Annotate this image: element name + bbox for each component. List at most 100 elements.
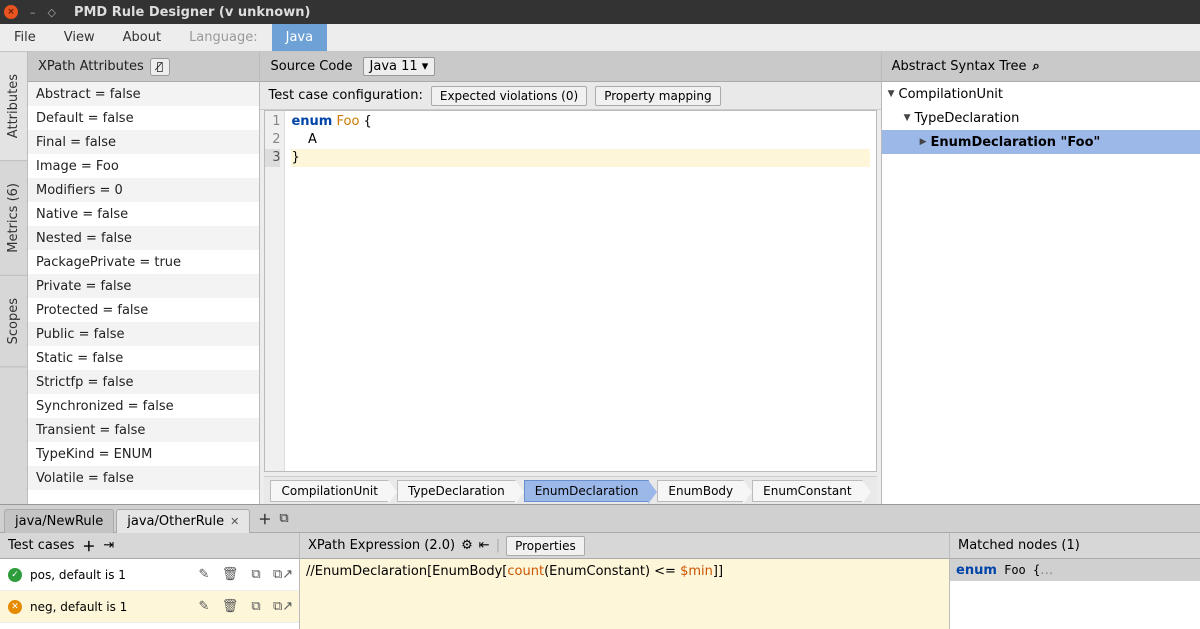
tab-label: java/NewRule xyxy=(15,514,103,529)
attribute-row[interactable]: Final = false xyxy=(28,130,259,154)
breadcrumb-item[interactable]: EnumConstant xyxy=(752,480,862,502)
open-external-icon[interactable]: ⧉↗ xyxy=(273,599,291,614)
import-icon[interactable]: ⇥ xyxy=(103,538,114,553)
caret-down-icon: ▼ xyxy=(904,113,911,123)
trash-icon[interactable]: 🗑 xyxy=(221,599,239,614)
trash-icon[interactable]: 🗑 xyxy=(221,567,239,582)
attribute-row[interactable]: Image = Foo xyxy=(28,154,259,178)
ast-node-typedeclaration[interactable]: ▼ TypeDeclaration xyxy=(882,106,1200,130)
source-code-header: Source Code Java 11 ▾ xyxy=(260,52,880,82)
plus-icon[interactable]: ＋ xyxy=(258,509,271,528)
xpath-expression-title: XPath Expression (2.0) xyxy=(308,538,455,553)
matched-node-row[interactable]: enum Foo {… xyxy=(950,559,1200,581)
property-mapping-button[interactable]: Property mapping xyxy=(595,86,720,106)
close-icon[interactable]: ✕ xyxy=(230,515,239,528)
attribute-row[interactable]: Strictfp = false xyxy=(28,370,259,394)
rule-tab-bar: java/NewRule java/OtherRule ✕ ＋ ⧉ xyxy=(0,505,1200,533)
test-case-config-bar: Test case configuration: Expected violat… xyxy=(260,82,880,110)
breadcrumb-item[interactable]: CompilationUnit xyxy=(270,480,388,502)
type-name: Foo xyxy=(332,114,363,129)
test-case-row[interactable]: ✕ neg, default is 1 ✎ 🗑 ⧉ ⧉↗ xyxy=(0,591,299,623)
check-icon: ✓ xyxy=(8,568,22,582)
tab-label: java/OtherRule xyxy=(127,514,224,529)
minimize-icon[interactable]: – xyxy=(30,6,36,19)
tab-other-rule[interactable]: java/OtherRule ✕ xyxy=(116,509,250,533)
expected-violations-button[interactable]: Expected violations (0) xyxy=(431,86,587,106)
warning-icon: ✕ xyxy=(8,600,22,614)
search-icon[interactable]: ⌕ xyxy=(1032,59,1039,74)
ast-pane: Abstract Syntax Tree ⌕ ▼ CompilationUnit… xyxy=(882,52,1200,504)
xpath-expression-editor[interactable]: //EnumDeclaration[EnumBody[count(EnumCon… xyxy=(300,559,949,629)
copy-icon[interactable]: ⧉ xyxy=(247,599,265,614)
ast-title: Abstract Syntax Tree xyxy=(892,59,1027,74)
xpath-attributes-pane: XPath Attributes 👁̸ Abstract = falseDefa… xyxy=(28,52,260,504)
ast-breadcrumb: CompilationUnit TypeDeclaration EnumDeclar… xyxy=(264,476,876,504)
matched-nodes-title: Matched nodes (1) xyxy=(958,538,1080,553)
matched-nodes-header: Matched nodes (1) xyxy=(950,533,1200,559)
ast-tree[interactable]: ▼ CompilationUnit ▼ TypeDeclaration ▶ En… xyxy=(882,82,1200,504)
attribute-row[interactable]: Nested = false xyxy=(28,226,259,250)
copy-icon[interactable]: ⧉ xyxy=(279,511,288,526)
attribute-row[interactable]: Volatile = false xyxy=(28,466,259,490)
copy-icon[interactable]: ⧉ xyxy=(247,567,265,582)
gutter: 123 xyxy=(265,111,285,471)
menu-file[interactable]: File xyxy=(0,24,50,51)
attribute-row[interactable]: PackagePrivate = true xyxy=(28,250,259,274)
eye-slash-icon[interactable]: 👁̸ xyxy=(150,58,170,76)
vtab-attributes[interactable]: Attributes xyxy=(0,52,27,161)
close-icon[interactable]: × xyxy=(4,5,18,19)
breadcrumb-item[interactable]: EnumDeclaration xyxy=(524,480,650,502)
edit-icon[interactable]: ✎ xyxy=(195,599,213,614)
xpath-expression-header: XPath Expression (2.0) ⚙ ⇤ | Properties xyxy=(300,533,949,559)
vertical-tab-strip: Attributes Metrics (6) Scopes xyxy=(0,52,28,504)
vtab-scopes[interactable]: Scopes xyxy=(0,276,27,367)
vtab-metrics[interactable]: Metrics (6) xyxy=(0,161,27,276)
xpath-attributes-list: Abstract = falseDefault = falseFinal = f… xyxy=(28,82,259,504)
menu-language-label: Language: xyxy=(175,24,272,51)
language-version-combo[interactable]: Java 11 ▾ xyxy=(363,57,436,76)
menu-view[interactable]: View xyxy=(50,24,109,51)
xpath-attributes-header: XPath Attributes 👁̸ xyxy=(28,52,259,82)
attribute-row[interactable]: Public = false xyxy=(28,322,259,346)
matched-nodes-list: enum Foo {… xyxy=(950,559,1200,629)
source-code-editor[interactable]: 123 enum Foo { A } xyxy=(264,110,876,472)
bottom-panel: java/NewRule java/OtherRule ✕ ＋ ⧉ Test c… xyxy=(0,504,1200,629)
caret-down-icon: ▼ xyxy=(888,89,895,99)
menu-about[interactable]: About xyxy=(109,24,175,51)
menu-language-value[interactable]: Java xyxy=(272,24,327,51)
attribute-row[interactable]: Transient = false xyxy=(28,418,259,442)
test-cases-list: ✓pos, default is 1✎🗑⧉⧉↗✕neg, default is … xyxy=(0,559,299,629)
attribute-row[interactable]: Protected = false xyxy=(28,298,259,322)
test-cases-title: Test cases xyxy=(8,538,74,553)
attribute-row[interactable]: Synchronized = false xyxy=(28,394,259,418)
code-body[interactable]: enum Foo { A } xyxy=(285,111,875,471)
attribute-row[interactable]: Native = false xyxy=(28,202,259,226)
test-case-name: neg, default is 1 xyxy=(30,600,187,614)
ast-node-enumdeclaration[interactable]: ▶ EnumDeclaration "Foo" xyxy=(882,130,1200,154)
maximize-icon[interactable]: ◇ xyxy=(48,6,56,19)
edit-icon[interactable]: ✎ xyxy=(195,567,213,582)
attribute-row[interactable]: Modifiers = 0 xyxy=(28,178,259,202)
menubar: File View About Language: Java xyxy=(0,24,1200,52)
center-pane: Source Code Java 11 ▾ Test case configur… xyxy=(260,52,881,504)
breadcrumb-item[interactable]: TypeDeclaration xyxy=(397,480,516,502)
breadcrumb-item[interactable]: EnumBody xyxy=(657,480,744,502)
xpath-expression-pane: XPath Expression (2.0) ⚙ ⇤ | Properties … xyxy=(300,533,950,629)
attribute-row[interactable]: Private = false xyxy=(28,274,259,298)
plus-icon[interactable]: ＋ xyxy=(82,536,95,555)
test-case-row[interactable]: ✓pos, default is 1✎🗑⧉⧉↗ xyxy=(0,559,299,591)
attribute-row[interactable]: TypeKind = ENUM xyxy=(28,442,259,466)
gear-icon[interactable]: ⚙ xyxy=(461,538,473,553)
attribute-row[interactable]: Abstract = false xyxy=(28,82,259,106)
language-version-label: Java 11 xyxy=(370,59,418,74)
attribute-row[interactable]: Default = false xyxy=(28,106,259,130)
export-icon[interactable]: ⇤ xyxy=(479,538,490,553)
main-area: Attributes Metrics (6) Scopes XPath Attr… xyxy=(0,52,1200,504)
open-external-icon[interactable]: ⧉↗ xyxy=(273,567,291,582)
ast-node-compilationunit[interactable]: ▼ CompilationUnit xyxy=(882,82,1200,106)
window-title: PMD Rule Designer (v unknown) xyxy=(74,5,310,20)
tab-new-rule[interactable]: java/NewRule xyxy=(4,509,114,533)
keyword: enum xyxy=(291,114,332,129)
attribute-row[interactable]: Static = false xyxy=(28,346,259,370)
properties-button[interactable]: Properties xyxy=(506,536,585,556)
